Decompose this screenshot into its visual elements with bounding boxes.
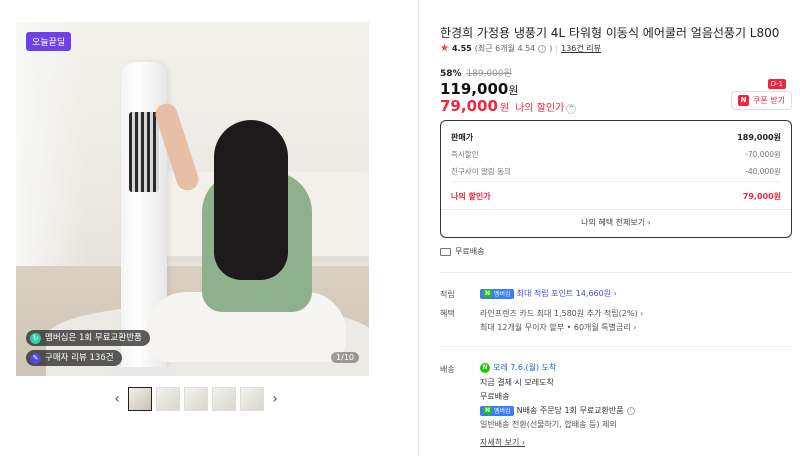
breakdown-row-friend-discount: 친구사이 알림 동의 -40,000원 [451,166,781,177]
thumbnail-2[interactable] [156,387,180,411]
rating-separator: | [555,44,559,53]
view-all-benefits-link[interactable]: 나의 혜택 전체보기 › [441,217,791,228]
points-text: 최대 적립 포인트 14,660원 › [516,289,617,298]
breakdown-divider [451,181,781,182]
free-shipping-row: 무료배송 [440,246,484,257]
membership-tag-text: 멤버십 [494,408,511,415]
rating-row: ★ 4.55 (최근 6개월 4.54 i) | 136건 리뷰 [440,43,601,54]
star-icon: ★ [440,43,449,54]
recent-rating: (최근 6개월 4.54 [474,44,536,53]
delivery-return-text: N배송 주문당 1회 무료교환반품 [516,406,624,415]
price-breakdown-box: 판매가 189,000원 즉시할인 -70,000원 친구사이 알림 동의 -4… [440,120,792,238]
review-count-link[interactable]: 136건 리뷰 [561,43,601,54]
delivery-general-note: 일반배송 전환(선물하기, 합배송 등) 제외 [480,420,617,429]
breakdown-value: -40,000원 [745,167,781,176]
membership-return-pill: ↻ 멤버십은 1회 무료교환반품 [26,330,150,346]
breakdown-my-value: 79,000원 [742,192,781,201]
image-counter: 1/10 [331,352,359,363]
review-icon: ✎ [30,352,41,364]
breakdown-label: 판매가 [451,133,474,142]
section-divider [440,346,792,347]
rating-close-paren: ) [549,44,553,53]
original-price: 189,000원 [466,69,512,79]
product-main-image[interactable]: 오늘끝딜 ↻ 멤버십은 1회 무료교환반품 ✎ 구매자 리뷰 136건 1/10 [16,22,369,376]
benefit-label: 혜택 [440,309,455,318]
image-fan-grill [129,112,159,192]
dday-badge: D-1 [767,79,786,89]
product-title: 한경희 가정용 냉풍기 4L 타워형 이동식 에어쿨러 얼음선풍기 L800 [440,26,780,40]
today-deal-badge: 오늘끝딜 [26,32,72,51]
sale-price-unit: 원 [508,84,519,97]
my-discount-price[interactable]: 79,000 원 나의 할인가 ^ [440,97,577,115]
delivery-label: 배송 [440,365,455,374]
thumb-next-arrow-icon[interactable]: › [268,386,282,412]
card-benefit-link[interactable]: 라인프렌즈 카드 최대 1,580원 추가 적립(2%) › [480,308,643,319]
naver-n-icon: N [738,95,750,106]
my-price-unit: 원 [499,103,510,114]
sale-price-value: 119,000 [440,80,509,98]
coupon-button[interactable]: N 쿠폰 받기 [731,91,792,110]
breakdown-row-instant-discount: 즉시할인 -70,000원 [451,149,781,160]
naver-n-icon: N [483,407,493,414]
section-divider [440,272,792,273]
breakdown-row-my-price: 나의 할인가 79,000원 [451,191,781,202]
installment-benefit-link[interactable]: 최대 12개월 무이자 할부 • 60개월 특별금리 › [480,322,636,333]
thumbnail-3[interactable] [184,387,208,411]
delivery-arrival-row: N 모레 7.6.(월) 도착 [480,362,556,373]
product-info-panel: 한경희 가정용 냉풍기 4L 타워형 이동식 에어쿨러 얼음선풍기 L800 ★… [440,0,792,456]
breakdown-value: 189,000원 [737,133,781,142]
membership-tag-text: 멤버십 [494,291,511,298]
free-shipping-text: 무료배송 [455,247,485,256]
info-icon[interactable]: i [538,44,547,53]
delivery-return-row: N 멤버십 N배송 주문당 1회 무료교환반품 i [480,405,635,416]
truck-icon [440,247,451,256]
breakdown-label: 즉시할인 [451,150,479,159]
my-price-label: 나의 할인가 [515,103,565,114]
delivery-free: 무료배송 [480,392,510,401]
breakdown-footer-divider [441,209,791,210]
breakdown-row-list-price: 판매가 189,000원 [451,132,781,143]
my-price-value: 79,000 [440,97,498,115]
membership-tag: N 멤버십 [480,405,514,416]
thumbnail-1[interactable] [128,387,152,411]
points-label: 적립 [440,290,455,299]
image-fan-base [111,367,177,376]
buyer-review-text: 구매자 리뷰 136건 [45,353,114,363]
membership-tag: N 멤버십 [480,288,514,299]
thumbnail-strip: ‹ › [110,386,282,412]
naver-delivery-icon: N [480,362,490,373]
breakdown-value: -70,000원 [745,150,781,159]
breakdown-label: 친구사이 알림 동의 [451,167,511,176]
buyer-review-pill[interactable]: ✎ 구매자 리뷰 136건 [26,350,122,366]
thumb-prev-arrow-icon[interactable]: ‹ [110,386,124,412]
discount-percent: 58% [440,69,462,79]
membership-return-text: 멤버십은 1회 무료교환반품 [45,333,142,343]
coupon-label: 쿠폰 받기 [753,96,785,105]
detail-link-text: 자세히 보기 › [480,438,526,447]
naver-n-icon: N [483,290,493,297]
chevron-up-icon[interactable]: ^ [566,104,577,114]
sale-price: 119,000원 [440,80,518,98]
thumbnail-5[interactable] [240,387,264,411]
column-divider [418,0,419,456]
image-person-hair [214,120,288,280]
discount-row: 58% 189,000원 [440,66,512,79]
thumbnail-4[interactable] [212,387,236,411]
delivery-detail-link[interactable]: 자세히 보기 › [480,437,525,448]
info-icon[interactable]: i [626,406,635,415]
delivery-arrival: 모레 7.6.(월) 도착 [493,363,557,372]
points-row[interactable]: N 멤버십 최대 적립 포인트 14,660원 › [480,288,617,299]
breakdown-my-label: 나의 할인가 [451,192,491,201]
rating-score: 4.55 [451,44,472,53]
membership-icon: ↻ [30,332,41,344]
delivery-pay-note: 지금 결제 시 모레도착 [480,378,554,387]
